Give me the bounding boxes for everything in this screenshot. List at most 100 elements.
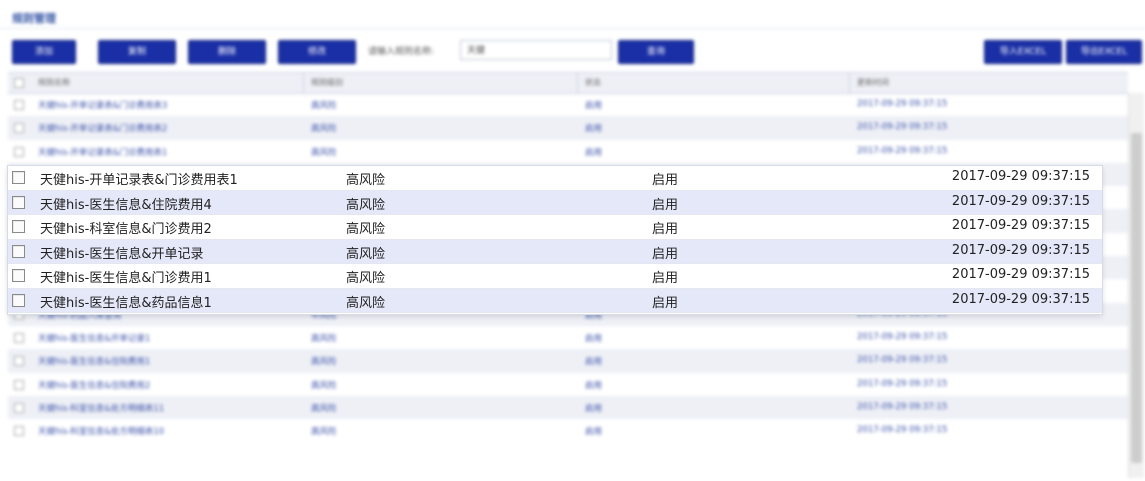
search-label: 请输入规则名称: [368,47,435,57]
rule-name-cell[interactable]: 天健his-开单记录表&门诊费用表1 [38,146,167,158]
rule-status-cell: 启用 [652,246,679,262]
scrollbar-thumb[interactable] [1131,133,1142,463]
rule-name-cell[interactable]: 天健his-医生信息&药品信息1 [40,292,212,311]
table-row[interactable]: 天健his-开单记录表&门诊费用表3 高风险 启用 2017-09-29 09:37:… [8,93,1128,116]
export-excel-button[interactable]: 导出EXCEL [1066,40,1142,64]
grid-header: 规则名称 规则级别 状态 更新时间 [8,72,1128,94]
row-checkbox[interactable] [12,269,25,282]
rule-level-cell: 高风险 [346,271,386,286]
rule-name-cell[interactable]: 天健his-医生信息&门诊费用1 [40,267,212,286]
rule-time-cell: 2017-09-29 09:37:15 [951,291,1090,307]
column-header-name[interactable]: 规则名称 [38,77,70,88]
rule-name-cell[interactable]: 天健his-科室信息&处方明细表10 [38,425,164,437]
rule-time-cell: 2017-09-29 09:37:15 [857,425,948,436]
row-checkbox[interactable] [14,332,24,343]
row-checkbox[interactable] [14,426,24,437]
row-checkbox[interactable] [14,402,24,413]
rule-level-cell: 高风险 [346,222,386,237]
rule-status-cell: 启用 [585,427,603,438]
rule-name-cell[interactable]: 天健his-开单记录表&门诊费用表2 [38,122,167,134]
rule-status-cell: 启用 [585,403,603,414]
table-row[interactable]: 天健his-医生信息&开单记录1 高风险 启用 2017-09-29 09:37:15 [8,326,1128,349]
rule-name-cell[interactable]: 天健his-医生信息&住院费用2 [38,379,150,391]
rule-time-cell: 2017-09-29 09:37:15 [857,355,948,366]
import-excel-button[interactable]: 导入EXCEL [984,40,1062,64]
rule-time-cell: 2017-09-29 09:37:15 [857,331,948,342]
rule-level-cell: 高风险 [311,380,337,391]
table-row[interactable]: 天健his-医生信息&药品信息1 高风险 启用 2017-09-29 09:37:15 [8,288,1102,313]
rule-level-cell: 高风险 [311,101,337,111]
rule-status-cell: 启用 [652,197,679,213]
rule-status-cell: 启用 [585,357,603,368]
row-checkbox[interactable] [14,379,24,390]
column-separator [849,73,850,93]
column-header-updated[interactable]: 更新时间 [857,77,889,88]
rule-name-cell[interactable]: 天健his-医生信息&开单记录 [40,243,203,262]
table-row[interactable]: 天健his-医生信息&住院费用1 高风险 启用 2017-09-29 09:37:15 [8,349,1128,373]
rule-time-cell: 2017-09-29 09:37:15 [951,242,1090,258]
rule-name-cell[interactable]: 天健his-科室信息&处方明细表11 [38,402,164,414]
rule-status-cell: 启用 [585,101,603,111]
delete-button[interactable]: 删除 [188,40,266,64]
rule-time-cell: 2017-09-29 09:37:15 [951,267,1090,282]
row-checkbox[interactable] [12,171,25,184]
rule-status-cell: 启用 [585,147,603,158]
table-row[interactable]: 天健his-科室信息&门诊费用2 高风险 启用 2017-09-29 09:37:15 [8,215,1102,240]
row-checkbox[interactable] [12,195,25,209]
rule-level-cell: 高风险 [346,197,386,213]
column-header-status[interactable]: 状态 [585,77,601,88]
rule-level-cell: 高风险 [311,124,337,135]
table-row[interactable]: 天健his-开单记录表&门诊费用表1 高风险 启用 2017-09-29 09:37:… [8,166,1102,191]
rule-level-cell: 高风险 [346,173,386,188]
table-row[interactable]: 天健his-医生信息&住院费用4 高风险 启用 2017-09-29 09:37:15 [8,190,1102,215]
table-row[interactable]: 天健his-开单记录表&门诊费用表1 高风险 启用 2017-09-29 09:37:… [8,140,1128,163]
rule-level-cell: 高风险 [346,246,386,262]
search-input[interactable]: 天健 [460,40,612,60]
rule-time-cell: 2017-09-29 09:37:15 [857,99,948,109]
rule-name-cell[interactable]: 天健his-医生信息&住院费用1 [38,355,150,367]
title-divider [0,28,1145,29]
vertical-scrollbar[interactable] [1128,93,1144,478]
column-separator [303,73,304,93]
table-row[interactable]: 天健his-开单记录表&门诊费用表2 高风险 启用 2017-09-29 09:37:… [8,116,1128,140]
query-button[interactable]: 查询 [618,40,694,64]
rule-status-cell: 启用 [652,271,679,286]
rule-time-cell: 2017-09-29 09:37:15 [951,193,1090,209]
rule-level-cell: 高风险 [311,403,337,414]
rule-status-cell: 启用 [652,222,679,237]
rule-level-cell: 高风险 [311,147,337,158]
row-checkbox[interactable] [14,100,24,110]
rule-name-cell[interactable]: 天健his-开单记录表&门诊费用表1 [40,169,238,188]
page-title: 规则管理 [12,12,56,25]
table-row[interactable]: 天健his-科室信息&处方明细表11 高风险 启用 2017-09-29 09:37:… [8,395,1128,420]
edit-button[interactable]: 修改 [278,40,356,64]
table-row[interactable]: 天健his-医生信息&住院费用2 高风险 启用 2017-09-29 09:37:15 [8,373,1128,396]
rule-name-cell[interactable]: 天健his-开单记录表&门诊费用表3 [38,99,167,111]
table-row[interactable]: 天健his-科室信息&处方明细表10 高风险 启用 2017-09-29 09:37:… [8,419,1128,442]
rule-status-cell: 启用 [585,333,603,344]
copy-button[interactable]: 复制 [98,40,176,64]
rule-name-cell[interactable]: 天健his-医生信息&住院费用4 [40,194,212,213]
row-checkbox[interactable] [14,146,24,157]
row-checkbox[interactable] [12,244,25,258]
rule-name-cell[interactable]: 天健his-医生信息&开单记录1 [38,332,150,344]
table-row[interactable]: 天健his-医生信息&门诊费用1 高风险 启用 2017-09-29 09:37:15 [8,264,1102,289]
rule-name-cell[interactable]: 天健his-科室信息&门诊费用2 [40,218,212,237]
rule-level-cell: 高风险 [311,357,337,368]
rule-status-cell: 启用 [585,380,603,391]
rule-time-cell: 2017-09-29 09:37:15 [857,145,948,156]
rule-time-cell: 2017-09-29 09:37:15 [857,401,948,412]
row-checkbox[interactable] [14,123,24,134]
rule-time-cell: 2017-09-29 09:37:15 [951,169,1090,184]
rule-status-cell: 启用 [585,124,603,135]
table-row[interactable]: 天健his-医生信息&开单记录 高风险 启用 2017-09-29 09:37:15 [8,239,1102,264]
row-checkbox[interactable] [12,293,25,307]
rule-status-cell: 启用 [652,295,679,311]
column-separator [577,73,578,93]
column-header-level[interactable]: 规则级别 [311,77,343,88]
row-checkbox[interactable] [12,220,25,233]
row-checkbox[interactable] [14,356,24,367]
toolbar: 添加 复制 删除 修改 请输入规则名称: 天健 查询 导入EXCEL 导出EXC… [0,40,1145,64]
add-button[interactable]: 添加 [12,40,76,64]
select-all-checkbox[interactable] [14,78,24,88]
